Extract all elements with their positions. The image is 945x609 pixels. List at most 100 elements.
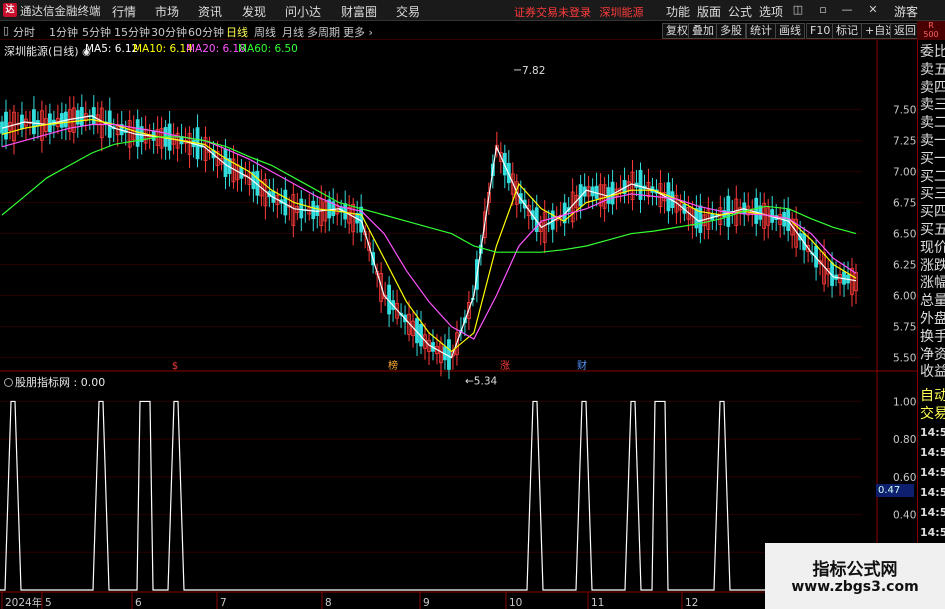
y-tick-label: 6.50 — [893, 229, 916, 241]
x-tick-label: 12 — [685, 597, 698, 609]
side-time: 14:56 — [920, 446, 945, 459]
stock-link[interactable]: 深圳能源 — [600, 6, 644, 19]
settings-circle-icon[interactable] — [4, 378, 13, 387]
side-time: 14:56 — [920, 506, 945, 519]
tab-multi-period[interactable]: 多周期 — [307, 24, 340, 40]
side-time: 14:56 — [920, 426, 945, 439]
x-tick-label: 8 — [325, 597, 332, 609]
side-item: 外盘 — [920, 311, 945, 327]
side-item: 卖四 — [920, 79, 945, 96]
event-marker: 涨 — [500, 360, 510, 372]
side-time: 14:56 — [920, 486, 945, 499]
y-tick-label: 7.50 — [893, 105, 916, 117]
menu-formula[interactable]: 公式 — [728, 3, 752, 20]
tab-timeshare[interactable]: 分时 — [13, 24, 35, 40]
side-item: 收益 — [920, 364, 945, 381]
side-item: 买一 — [920, 150, 945, 167]
y-tick-label: 6.75 — [893, 198, 916, 210]
window-help-icon[interactable]: ◫ — [791, 3, 805, 17]
candle-body — [754, 197, 759, 224]
side-item: 卖五 — [920, 61, 945, 78]
side-item: 买四 — [920, 204, 945, 221]
window-close-icon[interactable]: ✕ — [866, 3, 880, 17]
menu-functions[interactable]: 功能 — [666, 3, 690, 20]
tab-daily[interactable]: 日线 — [226, 24, 248, 40]
side-item[interactable]: 自动 — [920, 388, 945, 405]
side-item: 现价 — [920, 239, 945, 256]
menu-wealth-circle[interactable]: 财富圈 — [341, 3, 377, 20]
menu-options[interactable]: 选项 — [759, 3, 783, 20]
window-minimize-icon[interactable]: — — [840, 3, 854, 17]
candle-body — [698, 205, 703, 233]
indicator-title-text: 股朋指标网 : 0.00 — [15, 376, 106, 389]
tab-30min[interactable]: 30分钟 — [151, 24, 187, 40]
menu-market[interactable]: 市场 — [155, 3, 179, 20]
menu-discover[interactable]: 发现 — [242, 3, 266, 20]
y-tick-label: 1.00 — [893, 396, 916, 408]
menu-ask-xiaoda[interactable]: 问小达 — [285, 3, 321, 20]
y-tick-label: 7.25 — [893, 136, 916, 148]
button-statistics[interactable]: 统计 — [746, 23, 776, 39]
period-toolbar: ▯ 分时 1分钟 5分钟 15分钟 30分钟 60分钟 日线 周线 月线 多周期… — [0, 22, 945, 40]
side-item: 卖一 — [920, 133, 945, 149]
badge-r-number: 500 — [923, 30, 939, 39]
button-back[interactable]: 返回 — [890, 23, 920, 39]
menu-trade[interactable]: 交易 — [396, 3, 420, 20]
x-tick-label: 5 — [45, 597, 52, 609]
button-multi-stock[interactable]: 多股 — [716, 23, 746, 39]
candle-body — [32, 109, 36, 135]
candle-body — [311, 200, 316, 220]
side-item[interactable]: 交易 — [920, 406, 945, 423]
button-draw-line[interactable]: 画线 — [775, 23, 805, 39]
side-item: 卖三 — [920, 97, 945, 114]
r500-badge[interactable]: R 500 — [917, 21, 945, 41]
tab-60min[interactable]: 60分钟 — [188, 24, 224, 40]
y-tick-label: 5.50 — [893, 353, 916, 365]
button-f10[interactable]: F10 — [806, 23, 835, 39]
title-bar: 达 通达信金融终端 行情 市场 资讯 发现 问小达 财富圈 交易 证券交易未登录… — [0, 0, 945, 21]
high-price-label: 7.82 — [522, 65, 545, 77]
tab-more-label: 更多 — [343, 26, 365, 39]
side-item: 买二 — [920, 168, 945, 185]
tab-more[interactable]: 更多 › — [343, 24, 373, 40]
indicator-current-value: 0.47 — [876, 484, 914, 497]
window-restore-icon[interactable]: ▫ — [816, 3, 830, 17]
chart-area[interactable]: 7.50 7.25 7.00 6.75 6.50 6.25 6.00 5.75 5.50 7.8… — [0, 40, 917, 609]
timeshare-icon[interactable]: ▯ — [3, 24, 9, 37]
menu-news[interactable]: 资讯 — [198, 3, 222, 20]
y-tick-label: 6.00 — [893, 291, 916, 303]
candle-body — [4, 111, 8, 140]
tab-5min[interactable]: 5分钟 — [82, 24, 111, 40]
candle-body — [135, 119, 140, 147]
badge-r-letter: R — [928, 21, 934, 30]
user-guest[interactable]: 游客 — [894, 3, 918, 20]
tab-weekly[interactable]: 周线 — [254, 24, 276, 40]
candle-body — [299, 198, 304, 219]
y-tick-label: 7.00 — [893, 167, 916, 179]
x-tick-label: 11 — [591, 597, 604, 609]
menu-layout[interactable]: 版面 — [697, 3, 721, 20]
button-mark[interactable]: 标记 — [832, 23, 862, 39]
side-item: 净资 — [920, 346, 945, 363]
side-item: 换手 — [920, 328, 945, 345]
watermark-title: 指标公式网 — [812, 560, 898, 580]
app-logo-icon: 达 — [3, 3, 17, 17]
menu-market-quotes[interactable]: 行情 — [112, 3, 136, 20]
tab-15min[interactable]: 15分钟 — [114, 24, 150, 40]
x-tick-label: 7 — [220, 597, 227, 609]
broker-msg-text: 证券交易未登录 — [514, 6, 591, 19]
side-time: 14:56 — [920, 466, 945, 479]
watermark-url: www.zbgs3.com — [791, 579, 919, 595]
event-marker: $ — [172, 361, 178, 372]
indicator-title: 股朋指标网 : 0.00 — [4, 374, 105, 390]
y-tick-label: 5.75 — [893, 322, 916, 334]
button-overlay[interactable]: 叠加 — [688, 23, 718, 39]
side-item: 涨跌 — [920, 257, 945, 274]
signal-line — [0, 400, 862, 591]
broker-login-status[interactable]: 证券交易未登录 深圳能源 — [514, 4, 644, 20]
low-price-label: ←5.34 — [465, 375, 497, 387]
side-item: 买五 — [920, 222, 945, 238]
tab-monthly[interactable]: 月线 — [282, 24, 304, 40]
watermark-overlay: 指标公式网 www.zbgs3.com — [765, 543, 945, 609]
tab-1min[interactable]: 1分钟 — [49, 24, 78, 40]
